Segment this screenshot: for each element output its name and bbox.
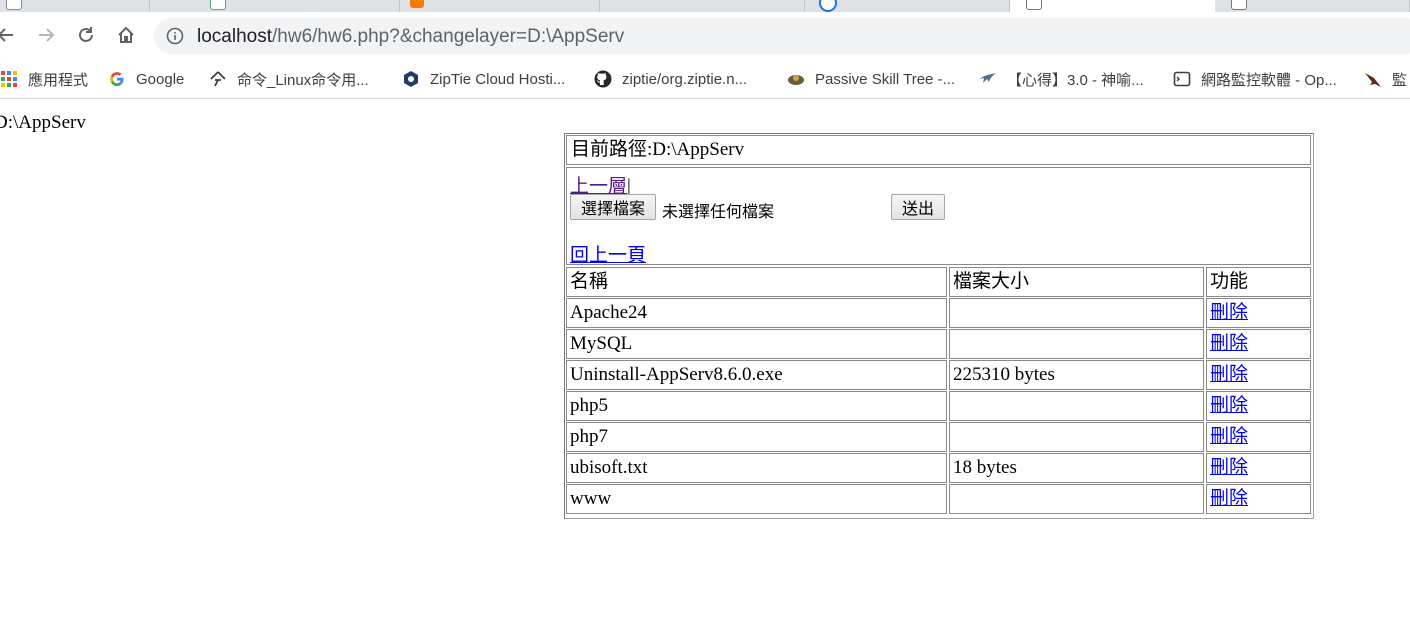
bookmark-ziptie-github[interactable]: ziptie/org.ziptie.n... xyxy=(594,66,747,92)
choose-file-button[interactable]: 選擇檔案 xyxy=(570,194,656,220)
back-button[interactable] xyxy=(0,21,20,49)
table-row-size: 18 bytes xyxy=(949,453,1204,483)
header-name: 名稱 xyxy=(566,267,947,297)
page-icon xyxy=(410,0,424,8)
browser-toolbar: localhost/hw6/hw6.php?&changelayer=D:\Ap… xyxy=(0,12,1410,60)
bookmark-ziptie-cloud[interactable]: ZipTie Cloud Hosti... xyxy=(402,66,565,92)
browser-tab[interactable] xyxy=(1215,0,1410,12)
back-link[interactable]: 回上一頁 xyxy=(570,245,646,264)
bookmark-linux-commands[interactable]: 命令_Linux命令用... xyxy=(209,66,369,92)
table-row-size xyxy=(949,391,1204,421)
delete-link[interactable]: 刪除 xyxy=(1210,333,1248,354)
table-row-action: 刪除 xyxy=(1206,329,1311,359)
home-button[interactable] xyxy=(112,21,140,49)
page-icon xyxy=(819,0,837,12)
page-icon xyxy=(210,0,226,10)
header-action: 功能 xyxy=(1206,267,1311,297)
bookmark-label: 監 xyxy=(1392,71,1408,89)
reload-button[interactable] xyxy=(72,21,100,49)
bird-icon xyxy=(979,70,997,88)
bookmark-passive-skill-tree[interactable]: Passive Skill Tree -... xyxy=(787,66,955,92)
header-size: 檔案大小 xyxy=(949,267,1204,297)
table-row-size xyxy=(949,422,1204,452)
bookmark-overflow[interactable]: 監 xyxy=(1364,66,1407,92)
browser-tab[interactable] xyxy=(150,0,400,12)
apps-grid-icon xyxy=(0,70,18,88)
page-icon xyxy=(6,0,22,10)
table-row-size: 225310 bytes xyxy=(949,360,1204,390)
page-icon xyxy=(1026,0,1042,10)
monitor-icon xyxy=(1173,70,1191,88)
delete-link[interactable]: 刪除 xyxy=(1210,364,1248,385)
bookmark-label: ziptie/org.ziptie.n... xyxy=(622,70,748,88)
current-path-cell: 目前路徑:D:\AppServ xyxy=(566,135,1311,165)
table-row-name: ubisoft.txt xyxy=(566,453,947,483)
delete-link[interactable]: 刪除 xyxy=(1210,457,1248,478)
browser-tab[interactable] xyxy=(0,0,150,12)
bookmark-label: 【心得】3.0 - 神喻... xyxy=(1007,71,1144,89)
bookmark-label: Google xyxy=(136,70,185,88)
skill-tree-icon xyxy=(787,70,805,88)
bookmark-network-monitor[interactable]: 網路監控軟體 - Op... xyxy=(1173,66,1337,92)
table-row-name: MySQL xyxy=(566,329,947,359)
table-row-name: php5 xyxy=(566,391,947,421)
address-bar[interactable]: localhost/hw6/hw6.php?&changelayer=D:\Ap… xyxy=(154,18,1410,54)
github-icon xyxy=(594,70,612,88)
bookmarks-bar: 應用程式 Google 命令_Linux命令用... ZipTie Cloud … xyxy=(0,60,1410,99)
table-row-action: 刪除 xyxy=(1206,484,1311,514)
page-icon xyxy=(1231,0,1247,10)
url-path: /hw6/hw6.php?&changelayer=D:\AppServ xyxy=(272,26,625,47)
table-row-action: 刪除 xyxy=(1206,298,1311,328)
table-row-size xyxy=(949,298,1204,328)
delete-link[interactable]: 刪除 xyxy=(1210,488,1248,509)
bookmark-label: 網路監控軟體 - Op... xyxy=(1201,71,1337,89)
table-row-size xyxy=(949,484,1204,514)
current-path-label: 目前路徑:D:\AppServ xyxy=(571,139,745,160)
browser-tab[interactable] xyxy=(805,0,1010,12)
browser-tab-active[interactable] xyxy=(1010,0,1215,12)
table-row-action: 刪除 xyxy=(1206,422,1311,452)
command-icon xyxy=(209,70,227,88)
page-content: D:\AppServ 目前路徑:D:\AppServ 上一層| 選擇檔案 未選擇… xyxy=(0,99,1410,635)
delete-link[interactable]: 刪除 xyxy=(1210,426,1248,447)
table-row-action: 刪除 xyxy=(1206,360,1311,390)
table-row-action: 刪除 xyxy=(1206,391,1311,421)
table-row-size xyxy=(949,329,1204,359)
arrow-left-icon xyxy=(0,28,13,42)
browser-tab[interactable] xyxy=(600,0,805,12)
table-row-name: php7 xyxy=(566,422,947,452)
table-row-name: Apache24 xyxy=(566,298,947,328)
ziptie-icon xyxy=(402,70,420,88)
controls-cell: 上一層| 選擇檔案 未選擇任何檔案 送出 回上一頁 xyxy=(566,167,1311,265)
bookmark-label: Passive Skill Tree -... xyxy=(815,70,956,88)
bookmark-label: 命令_Linux命令用... xyxy=(237,71,369,89)
reload-icon xyxy=(79,27,93,42)
url-host: localhost xyxy=(197,26,272,47)
back-link-line: 回上一頁 xyxy=(570,240,646,264)
delete-link[interactable]: 刪除 xyxy=(1210,395,1248,416)
info-icon[interactable] xyxy=(166,27,184,45)
google-icon xyxy=(108,70,126,88)
submit-button[interactable]: 送出 xyxy=(891,194,945,220)
arrow-right-icon xyxy=(39,28,55,42)
bookmark-oracle-review[interactable]: 【心得】3.0 - 神喻... xyxy=(979,66,1144,92)
bookmark-label: 應用程式 xyxy=(28,71,89,89)
table-row-action: 刪除 xyxy=(1206,453,1311,483)
table-row-name: www xyxy=(566,484,947,514)
bookmark-label: ZipTie Cloud Hosti... xyxy=(430,70,566,88)
delete-link[interactable]: 刪除 xyxy=(1210,302,1248,323)
browser-tab[interactable] xyxy=(400,0,600,12)
home-icon xyxy=(118,26,134,43)
url-text[interactable]: localhost/hw6/hw6.php?&changelayer=D:\Ap… xyxy=(197,26,624,48)
no-file-chosen-text: 未選擇任何檔案 xyxy=(662,204,775,221)
tab-strip xyxy=(0,0,1410,12)
hawk-icon xyxy=(1364,70,1382,88)
file-manager-table: 目前路徑:D:\AppServ 上一層| 選擇檔案 未選擇任何檔案 送出 回上一… xyxy=(564,133,1314,519)
forward-button[interactable] xyxy=(32,21,60,49)
bookmark-google[interactable]: Google xyxy=(108,66,184,92)
table-row-name: Uninstall-AppServ8.6.0.exe xyxy=(566,360,947,390)
bookmark-apps[interactable]: 應用程式 xyxy=(0,66,88,92)
path-echo-text: D:\AppServ xyxy=(0,112,86,133)
